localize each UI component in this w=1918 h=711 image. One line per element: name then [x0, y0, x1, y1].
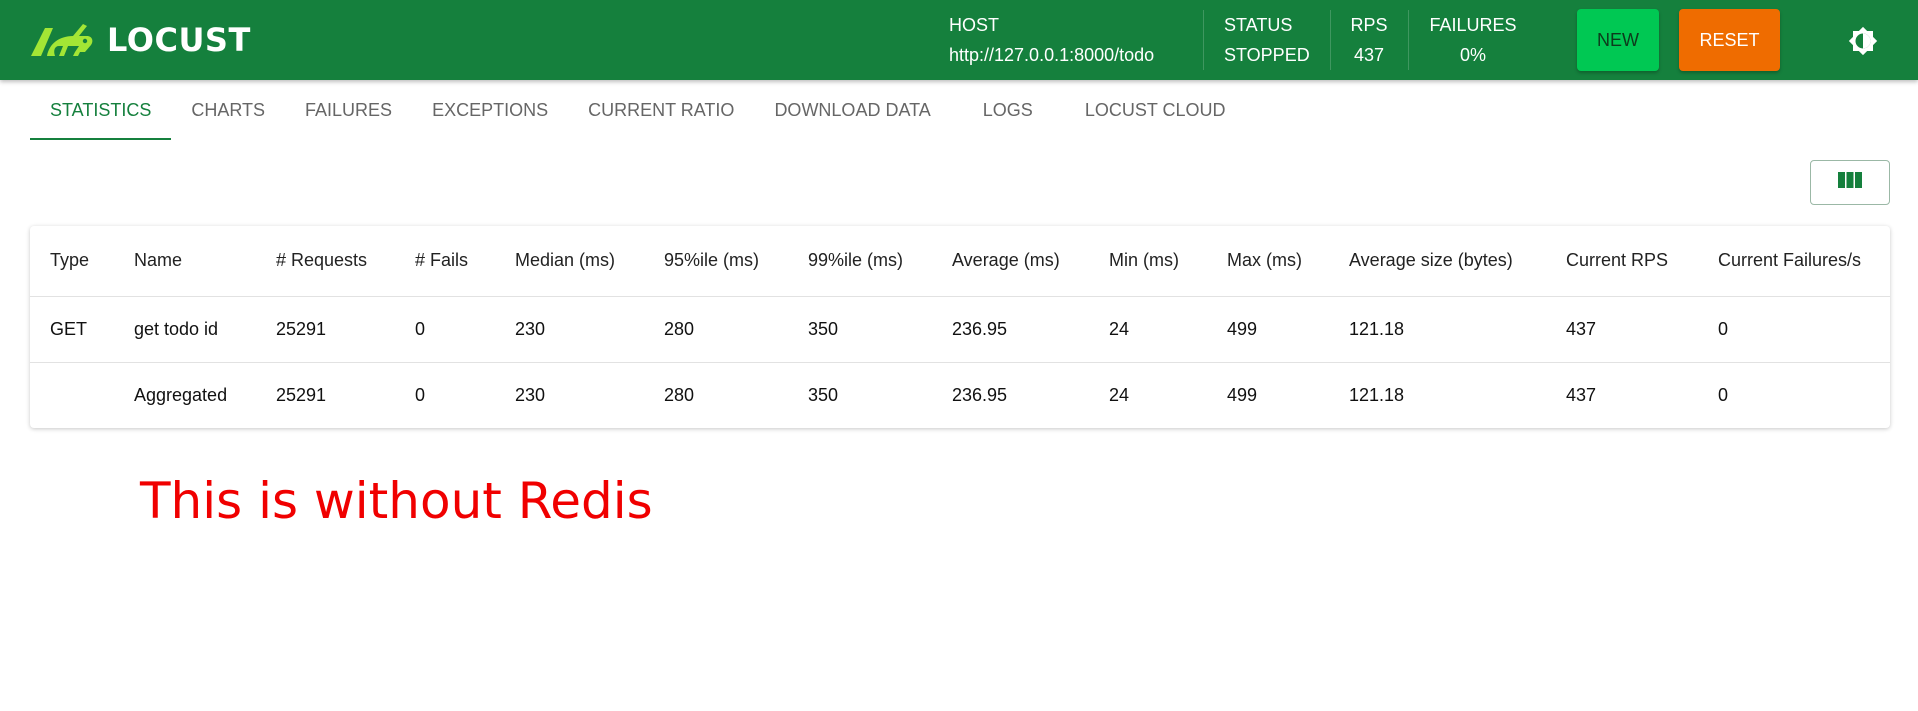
tab-locust-cloud[interactable]: LOCUST CLOUD [1065, 80, 1246, 140]
cell-99ile: 350 [788, 296, 932, 363]
failures-label: FAILURES [1429, 15, 1517, 35]
column-header-average[interactable]: Average (ms) [932, 226, 1089, 297]
column-header-current-rps[interactable]: Current RPS [1546, 226, 1698, 297]
view-columns-icon [1838, 170, 1862, 195]
logo[interactable]: LOCUST [29, 18, 251, 62]
cell-95ile: 280 [664, 384, 695, 405]
divider [1330, 10, 1331, 70]
cell-average-size: 121.18 [1329, 296, 1546, 363]
theme-toggle-icon[interactable] [1848, 26, 1878, 56]
rps-label: RPS [1350, 15, 1388, 35]
cell-average-size: 121.18 [1349, 384, 1405, 405]
table-header-row: Type Name # Requests # Fails Median (ms)… [30, 226, 1890, 297]
cell-median: 230 [515, 384, 546, 405]
annotation-text: This is without Redis [140, 472, 653, 530]
status-stat: STATUS STOPPED [1224, 0, 1310, 80]
cell-99ile: 350 [808, 384, 839, 405]
status-label: STATUS [1224, 15, 1293, 35]
failures-value: 0% [1459, 45, 1486, 65]
column-header-max[interactable]: Max (ms) [1207, 226, 1329, 297]
tab-failures[interactable]: FAILURES [285, 80, 412, 140]
cell-min: 24 [1089, 296, 1207, 363]
column-header-median[interactable]: Median (ms) [495, 226, 644, 297]
app-name: LOCUST [107, 21, 251, 59]
divider [1408, 10, 1409, 70]
cell-max: 499 [1227, 384, 1258, 405]
cell-type [30, 362, 114, 428]
statistics-table: Type Name # Requests # Fails Median (ms)… [30, 226, 1890, 428]
column-selector-button[interactable] [1810, 160, 1890, 205]
app-bar: LOCUST HOST http://127.0.0.1:8000/todo S… [0, 0, 1918, 80]
table-row: Aggregated 25291 0 230 280 350 236.95 24… [30, 362, 1890, 428]
cell-name: Aggregated [134, 384, 228, 405]
tab-bar: STATISTICS CHARTS FAILURES EXCEPTIONS CU… [30, 80, 1246, 140]
column-header-requests[interactable]: # Requests [256, 226, 395, 297]
cell-average: 236.95 [932, 296, 1089, 363]
cell-requests: 25291 [276, 384, 327, 405]
tab-statistics[interactable]: STATISTICS [30, 80, 172, 140]
column-header-99ile[interactable]: 99%ile (ms) [788, 226, 932, 297]
table-row: GET get todo id 25291 0 230 280 350 236.… [30, 296, 1890, 363]
host-stat: HOST http://127.0.0.1:8000/todo [949, 0, 1154, 80]
cell-max: 499 [1207, 296, 1329, 363]
divider [1203, 10, 1204, 70]
column-header-name[interactable]: Name [114, 226, 256, 297]
column-header-current-failures[interactable]: Current Failures/s [1698, 226, 1890, 297]
column-header-fails[interactable]: # Fails [395, 226, 495, 297]
rps-stat: RPS 437 [1350, 0, 1388, 80]
tab-exceptions[interactable]: EXCEPTIONS [412, 80, 568, 140]
cell-95ile: 280 [644, 296, 788, 363]
cell-fails: 0 [415, 384, 426, 405]
tab-charts[interactable]: CHARTS [171, 80, 285, 140]
status-value: STOPPED [1224, 45, 1310, 65]
cell-median: 230 [495, 296, 644, 363]
cell-current-rps: 437 [1546, 296, 1698, 363]
column-header-average-size[interactable]: Average size (bytes) [1329, 226, 1546, 297]
new-button[interactable]: NEW [1577, 9, 1659, 71]
column-header-95ile[interactable]: 95%ile (ms) [644, 226, 788, 297]
cell-current-rps: 437 [1566, 384, 1597, 405]
cell-fails: 0 [395, 296, 495, 363]
cell-type: GET [30, 296, 114, 363]
cell-average: 236.95 [952, 384, 1008, 405]
cell-current-failures: 0 [1698, 296, 1890, 363]
tab-current-ratio[interactable]: CURRENT RATIO [568, 80, 754, 140]
cell-requests: 25291 [256, 296, 395, 363]
locust-logo-icon [29, 22, 95, 58]
rps-value: 437 [1353, 45, 1385, 65]
cell-name: get todo id [114, 296, 256, 363]
cell-min: 24 [1109, 384, 1130, 405]
reset-button[interactable]: RESET [1679, 9, 1780, 71]
host-value: http://127.0.0.1:8000/todo [949, 45, 1155, 65]
column-header-type[interactable]: Type [30, 226, 114, 297]
cell-current-failures: 0 [1718, 384, 1729, 405]
tab-download-data[interactable]: DOWNLOAD DATA [754, 80, 962, 140]
host-label: HOST [949, 15, 1000, 35]
column-header-min[interactable]: Min (ms) [1089, 226, 1207, 297]
failures-stat: FAILURES 0% [1429, 0, 1517, 80]
tab-logs[interactable]: LOGS [963, 80, 1065, 140]
